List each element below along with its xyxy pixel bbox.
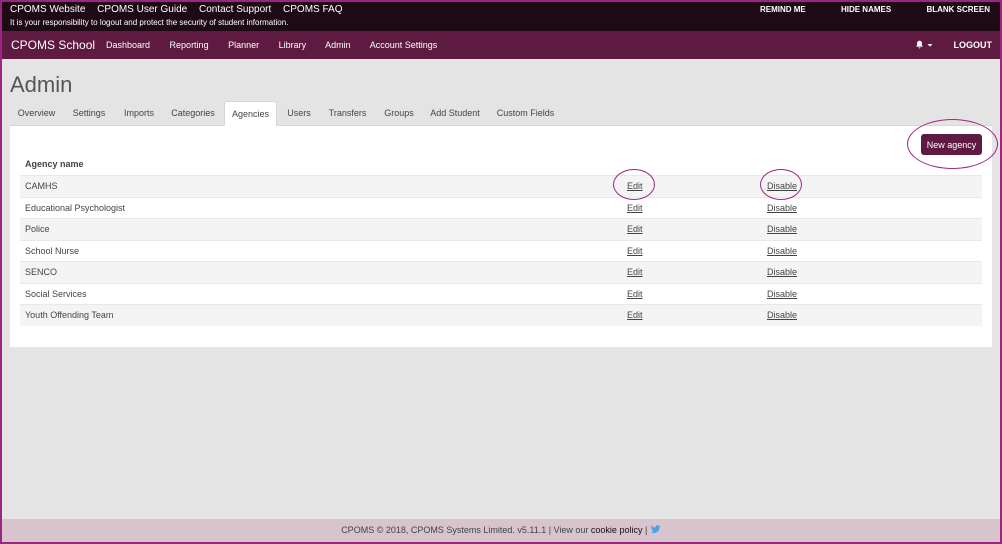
nav-admin[interactable]: Admin (325, 40, 351, 50)
table-row: Social Services Edit Disable (20, 282, 982, 305)
footer-copyright: CPOMS © 2018, CPOMS Systems Limited. v5.… (341, 525, 591, 535)
edit-link[interactable]: Edit (627, 310, 643, 320)
table-row: Police Edit Disable (20, 218, 982, 240)
edit-link[interactable]: Edit (627, 267, 643, 277)
bell-icon (916, 40, 924, 49)
footer: CPOMS © 2018, CPOMS Systems Limited. v5.… (0, 519, 1002, 544)
remind-me-button[interactable]: REMIND ME (760, 5, 806, 14)
table-row: School Nurse Edit Disable (20, 239, 982, 262)
notifications-dropdown[interactable] (915, 40, 933, 50)
agency-name: Police (25, 224, 50, 234)
link-faq[interactable]: CPOMS FAQ (283, 4, 342, 15)
agency-name: SENCO (25, 267, 58, 277)
cookie-policy-link[interactable]: cookie policy (591, 525, 643, 535)
link-cpoms-website[interactable]: CPOMS Website (10, 4, 85, 15)
tab-agencies[interactable]: Agencies (224, 101, 277, 126)
disable-link[interactable]: Disable (767, 181, 797, 191)
agency-name: CAMHS (25, 181, 58, 191)
hide-names-button[interactable]: HIDE NAMES (841, 5, 891, 14)
new-agency-button[interactable]: New agency (921, 134, 982, 155)
main-nav: CPOMS School Dashboard Reporting Planner… (0, 31, 1002, 59)
agency-name: Youth Offending Team (25, 310, 114, 320)
blank-screen-button[interactable]: BLANK SCREEN (926, 5, 990, 14)
agencies-panel: New agency Agency name CAMHS Edit Disabl… (10, 119, 998, 347)
edit-link[interactable]: Edit (627, 246, 643, 256)
disable-link[interactable]: Disable (767, 310, 797, 320)
link-contact-support[interactable]: Contact Support (199, 4, 271, 15)
tab-imports[interactable]: Imports (115, 101, 163, 126)
security-notice: It is your responsibility to logout and … (10, 18, 289, 27)
table-row: CAMHS Edit Disable (20, 175, 982, 197)
footer-separator: | (642, 525, 650, 535)
utility-bar: CPOMS Website CPOMS User Guide Contact S… (0, 0, 1002, 31)
tab-overview[interactable]: Overview (10, 101, 63, 126)
utility-links: CPOMS Website CPOMS User Guide Contact S… (10, 4, 351, 15)
table-row: Educational Psychologist Edit Disable (20, 196, 982, 219)
nav-library[interactable]: Library (279, 40, 307, 50)
agency-name: Social Services (25, 288, 87, 299)
page-title: Admin (10, 72, 73, 97)
nav-right: LOGOUT (915, 40, 992, 50)
agency-name: Educational Psychologist (25, 202, 126, 213)
admin-tabs: Overview Settings Imports Categories Age… (10, 101, 992, 126)
edit-link[interactable]: Edit (627, 203, 643, 213)
tab-custom-fields[interactable]: Custom Fields (489, 101, 562, 126)
tab-users[interactable]: Users (280, 101, 318, 126)
agency-name-header: Agency name (25, 159, 84, 169)
agency-name: School Nurse (25, 245, 80, 256)
nav-account-settings[interactable]: Account Settings (370, 40, 438, 50)
chevron-down-icon (927, 44, 933, 47)
tab-categories[interactable]: Categories (165, 101, 221, 126)
nav-reporting[interactable]: Reporting (170, 40, 209, 50)
edit-link[interactable]: Edit (627, 289, 643, 299)
disable-link[interactable]: Disable (767, 203, 797, 213)
nav-planner[interactable]: Planner (228, 40, 259, 50)
tab-settings[interactable]: Settings (65, 101, 113, 126)
tab-groups[interactable]: Groups (377, 101, 421, 126)
edit-link[interactable]: Edit (627, 181, 643, 191)
tab-add-student[interactable]: Add Student (424, 101, 486, 126)
logout-button[interactable]: LOGOUT (954, 40, 993, 50)
disable-link[interactable]: Disable (767, 267, 797, 277)
link-user-guide[interactable]: CPOMS User Guide (97, 4, 187, 15)
edit-link[interactable]: Edit (627, 224, 643, 234)
brand[interactable]: CPOMS School (11, 38, 95, 52)
tab-transfers[interactable]: Transfers (321, 101, 374, 126)
table-row: Youth Offending Team Edit Disable (20, 304, 982, 326)
disable-link[interactable]: Disable (767, 224, 797, 234)
agencies-table: CAMHS Edit Disable Educational Psycholog… (20, 175, 982, 326)
utility-actions: REMIND ME HIDE NAMES BLANK SCREEN (727, 5, 990, 14)
nav-dashboard[interactable]: Dashboard (106, 40, 150, 50)
twitter-icon[interactable] (650, 525, 661, 534)
disable-link[interactable]: Disable (767, 289, 797, 299)
nav-links: Dashboard Reporting Planner Library Admi… (106, 40, 454, 50)
table-row: SENCO Edit Disable (20, 261, 982, 283)
disable-link[interactable]: Disable (767, 246, 797, 256)
